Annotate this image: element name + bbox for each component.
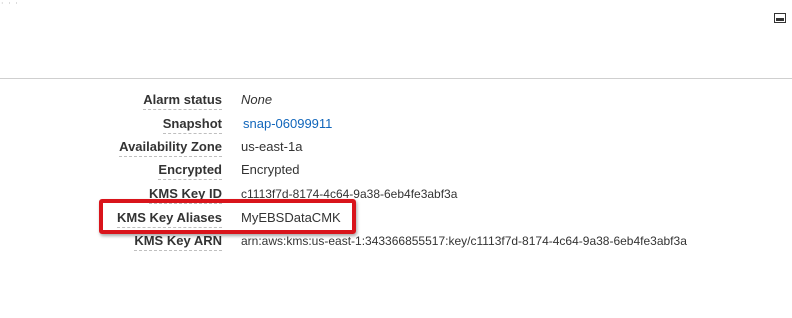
kms-key-aliases-highlight [99,199,356,234]
resize-dots: · · · [1,0,19,8]
snapshot-link[interactable]: snap-06099911 [243,116,332,132]
kms-key-arn-label: KMS Key ARN [134,233,222,251]
section-divider [0,78,792,79]
availability-zone-value: us-east-1a [241,139,303,154]
alarm-status-value: None [241,92,273,107]
encrypted-value: Encrypted [241,162,300,177]
detail-row-encrypted: Encrypted Encrypted [0,160,792,180]
snapshot-label: Snapshot [162,116,222,134]
detail-row-availability-zone: Availability Zone us-east-1a [0,137,792,157]
detail-row-kms-key-arn: KMS Key ARN arn:aws:kms:us-east-1:343366… [0,231,792,251]
detail-row-alarm-status: Alarm status None [0,90,792,110]
alarm-status-label: Alarm status [143,92,222,110]
kms-key-arn-value: arn:aws:kms:us-east-1:343366855517:key/c… [241,234,687,248]
availability-zone-label: Availability Zone [119,139,222,157]
minimize-icon [774,13,786,23]
encrypted-label: Encrypted [158,162,222,180]
detail-row-snapshot: Snapshot snap-06099911 [0,114,792,134]
minimize-button[interactable] [771,8,791,28]
